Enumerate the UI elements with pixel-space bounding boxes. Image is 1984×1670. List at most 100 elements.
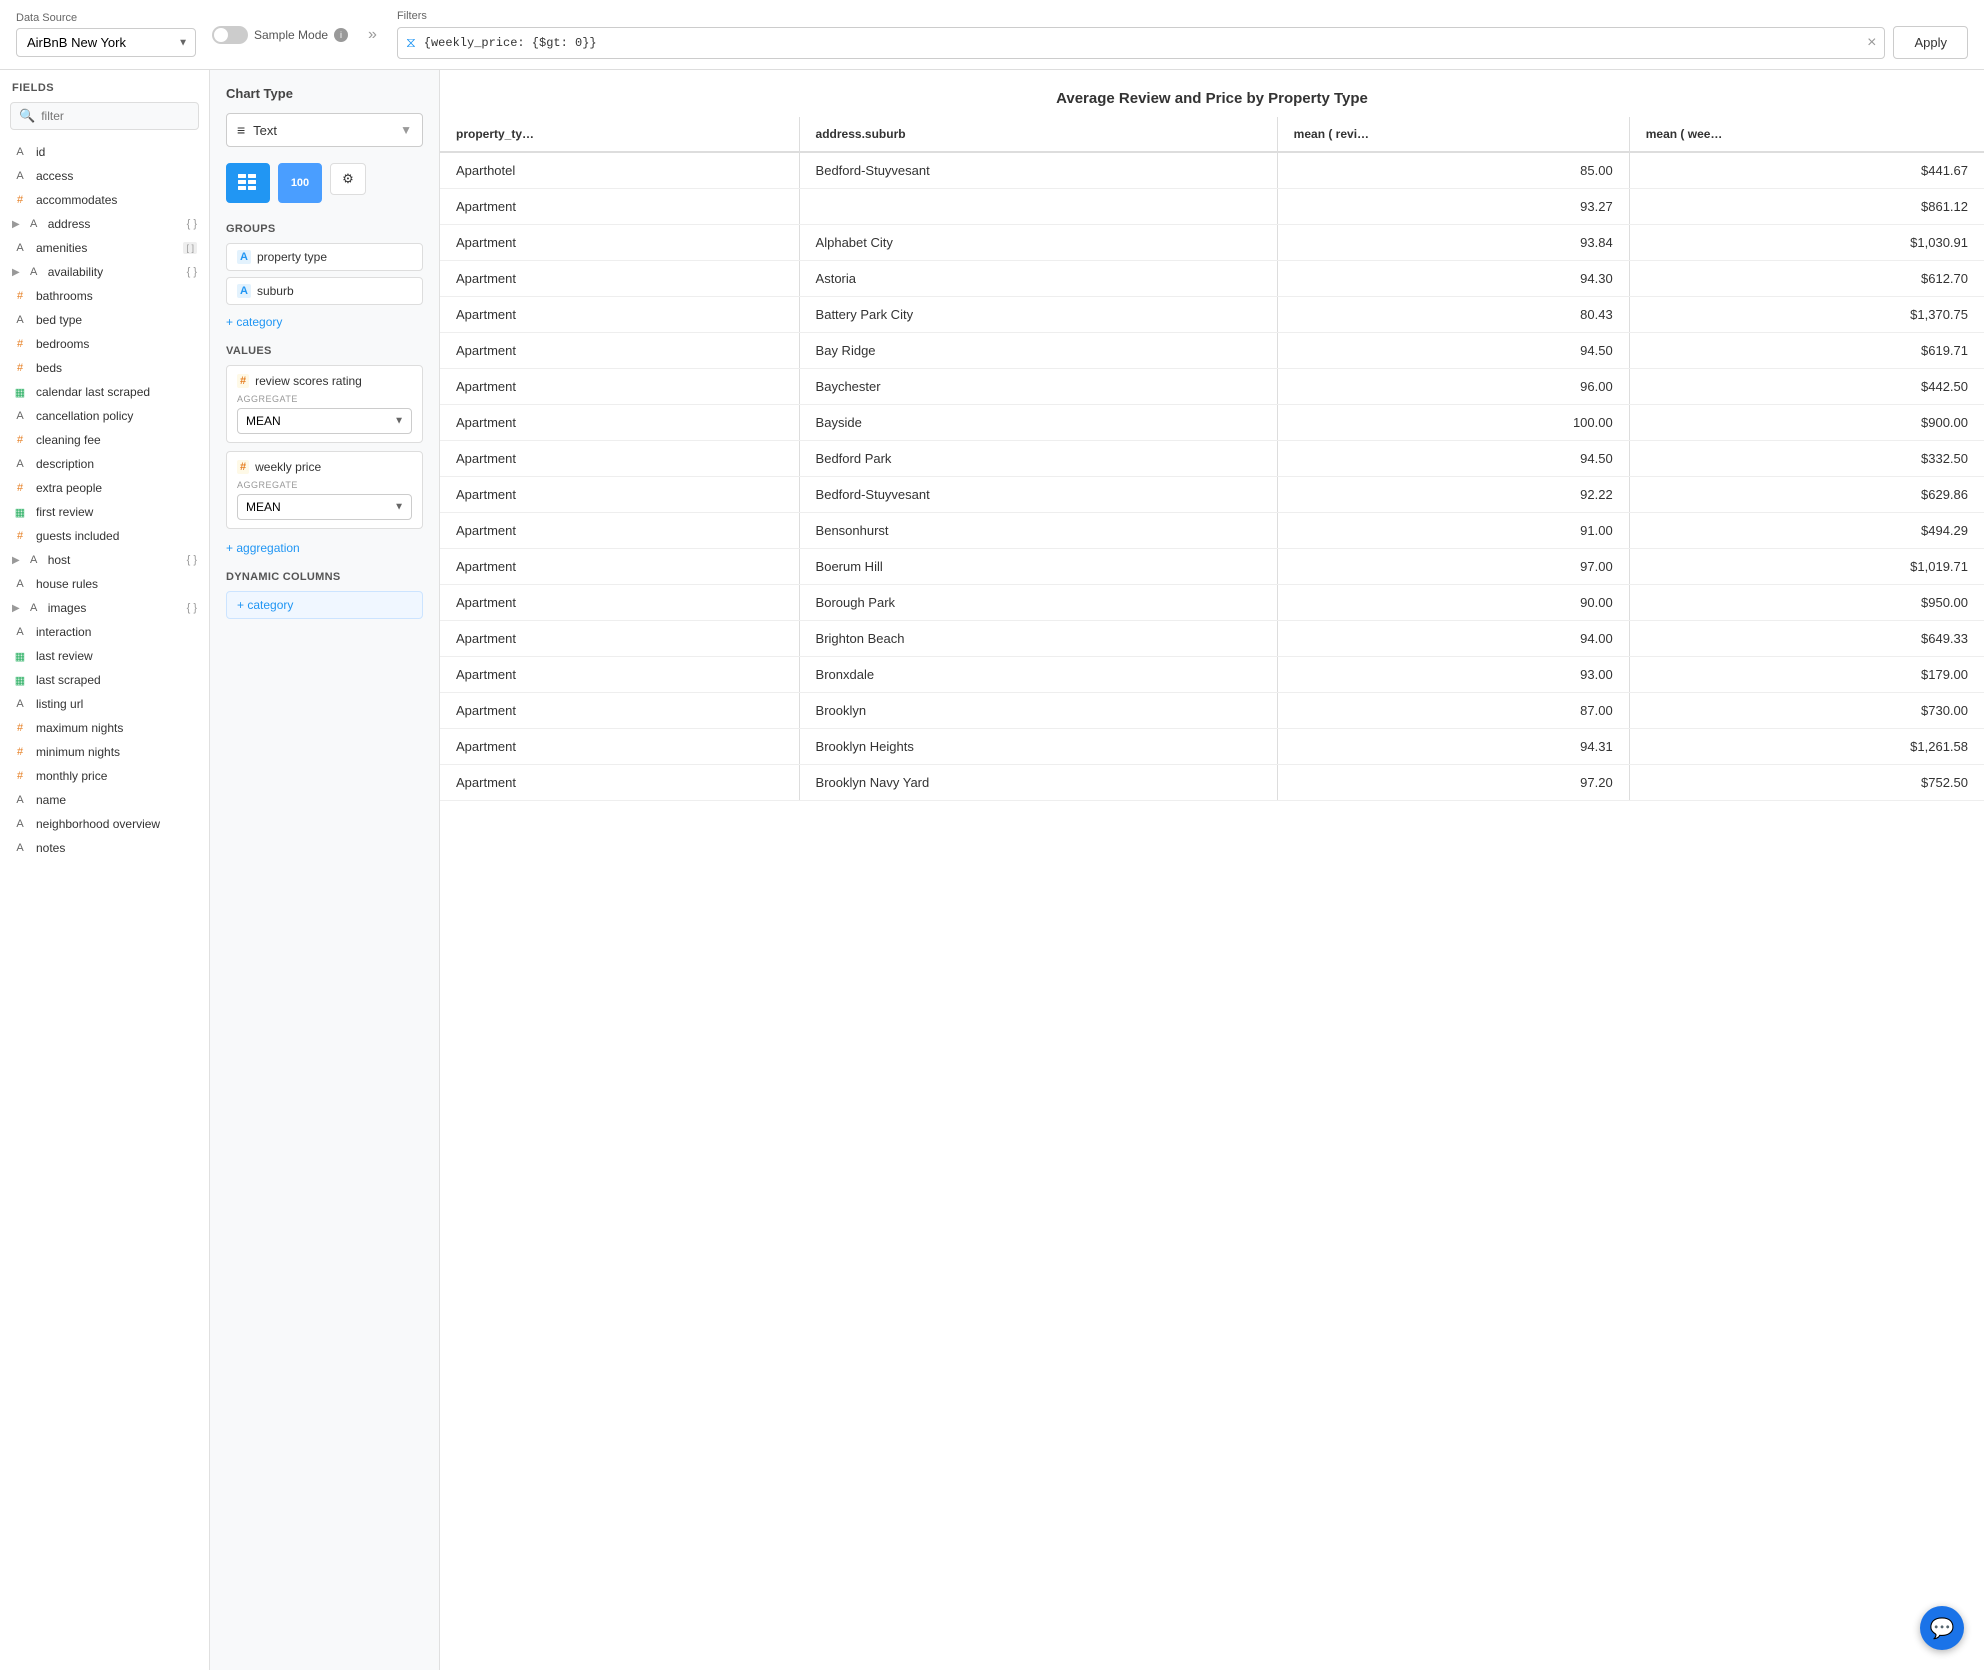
apply-button[interactable]: Apply (1893, 26, 1968, 59)
field-item-bedrooms[interactable]: # bedrooms (0, 332, 209, 356)
field-type-text-icon: A (12, 578, 28, 590)
field-type-number-icon: # (12, 338, 28, 350)
cell-mean-review: 97.00 (1277, 549, 1629, 585)
field-item-description[interactable]: A description (0, 452, 209, 476)
field-item-bed-type[interactable]: A bed type (0, 308, 209, 332)
col-header-mean-price[interactable]: mean ( wee… (1629, 117, 1984, 152)
col-header-mean-review[interactable]: mean ( revi… (1277, 117, 1629, 152)
field-item-amenities[interactable]: A amenities [ ] (0, 236, 209, 260)
field-item-extra-people[interactable]: # extra people (0, 476, 209, 500)
field-type-text-icon: A (12, 626, 28, 638)
cell-mean-price: $1,261.58 (1629, 729, 1984, 765)
cell-mean-price: $649.33 (1629, 621, 1984, 657)
field-group-availability[interactable]: ▶ A availability { } (0, 260, 209, 284)
field-item-maximum-nights[interactable]: # maximum nights (0, 716, 209, 740)
cell-property-type: Apartment (440, 405, 799, 441)
cell-mean-price: $730.00 (1629, 693, 1984, 729)
field-type-number-icon: # (12, 362, 28, 374)
cell-mean-price: $752.50 (1629, 765, 1984, 801)
field-label: cancellation policy (36, 409, 197, 423)
field-item-minimum-nights[interactable]: # minimum nights (0, 740, 209, 764)
field-item-house-rules[interactable]: A house rules (0, 572, 209, 596)
field-item-name[interactable]: A name (0, 788, 209, 812)
table-row: Apartment Bedford Park 94.50 $332.50 (440, 441, 1984, 477)
add-category-button[interactable]: + category (226, 311, 423, 333)
cell-suburb: Bensonhurst (799, 513, 1277, 549)
cell-property-type: Apartment (440, 585, 799, 621)
field-group-images[interactable]: ▶ A images { } (0, 596, 209, 620)
sample-mode-info-icon[interactable]: i (334, 28, 348, 42)
field-label: access (36, 169, 197, 183)
col-header-property-type[interactable]: property_ty… (440, 117, 799, 152)
field-label: notes (36, 841, 197, 855)
field-label: minimum nights (36, 745, 197, 759)
number-viz-button[interactable]: 100 (278, 163, 322, 203)
group-pill-suburb[interactable]: A suburb (226, 277, 423, 305)
cell-suburb: Battery Park City (799, 297, 1277, 333)
field-item-neighborhood-overview[interactable]: A neighborhood overview (0, 812, 209, 836)
field-label: monthly price (36, 769, 197, 783)
field-item-beds[interactable]: # beds (0, 356, 209, 380)
field-item-monthly-price[interactable]: # monthly price (0, 764, 209, 788)
col-header-suburb[interactable]: address.suburb (799, 117, 1277, 152)
field-type-date-icon: ▦ (12, 650, 28, 663)
cell-property-type: Apartment (440, 441, 799, 477)
agg-label: AGGREGATE (237, 394, 412, 404)
group-pill-property-type[interactable]: A property type (226, 243, 423, 271)
field-type-text-icon: A (26, 602, 42, 614)
cell-mean-review: 94.30 (1277, 261, 1629, 297)
field-item-bathrooms[interactable]: # bathrooms (0, 284, 209, 308)
field-item-last-scraped[interactable]: ▦ last scraped (0, 668, 209, 692)
filter-clear-icon[interactable]: × (1867, 34, 1876, 52)
search-box[interactable]: 🔍 (10, 102, 199, 130)
field-item-listing-url[interactable]: A listing url (0, 692, 209, 716)
cell-suburb: Bronxdale (799, 657, 1277, 693)
field-label: guests included (36, 529, 197, 543)
field-type-number-icon: # (12, 722, 28, 734)
field-item-first-review[interactable]: ▦ first review (0, 500, 209, 524)
field-item-notes[interactable]: A notes (0, 836, 209, 860)
field-item-calendar[interactable]: ▦ calendar last scraped (0, 380, 209, 404)
table-viz-button[interactable] (226, 163, 270, 203)
field-item-cleaning-fee[interactable]: # cleaning fee (0, 428, 209, 452)
field-item-accommodates[interactable]: # accommodates (0, 188, 209, 212)
cell-suburb: Brighton Beach (799, 621, 1277, 657)
add-aggregation-button[interactable]: + aggregation (226, 537, 423, 559)
field-group-host[interactable]: ▶ A host { } (0, 548, 209, 572)
search-input[interactable] (41, 109, 196, 123)
add-dynamic-col-button[interactable]: + category (226, 591, 423, 619)
field-type-number-icon: # (12, 434, 28, 446)
field-item-access[interactable]: A access (0, 164, 209, 188)
table-row: Apartment Brooklyn Navy Yard 97.20 $752.… (440, 765, 1984, 801)
data-source-select[interactable]: AirBnB New York (16, 28, 196, 57)
chat-button[interactable]: 💬 (1920, 1606, 1964, 1650)
agg-select-price[interactable]: MEAN SUM COUNT (237, 494, 412, 520)
field-badge: { } (187, 602, 197, 614)
cell-suburb: Alphabet City (799, 225, 1277, 261)
value-pill-review[interactable]: # review scores rating AGGREGATE MEAN SU… (226, 365, 423, 443)
field-type-text-icon: A (12, 818, 28, 830)
field-item-interaction[interactable]: A interaction (0, 620, 209, 644)
agg-select-review[interactable]: MEAN SUM COUNT (237, 408, 412, 434)
field-item-cancellation[interactable]: A cancellation policy (0, 404, 209, 428)
sample-mode-toggle[interactable] (212, 26, 248, 44)
cell-mean-review: 96.00 (1277, 369, 1629, 405)
cell-mean-review: 91.00 (1277, 513, 1629, 549)
viz-icons-row: 100 ⚙ (226, 163, 423, 203)
field-label: interaction (36, 625, 197, 639)
field-label: last scraped (36, 673, 197, 687)
chart-type-select[interactable]: ≡ Text ▼ (226, 113, 423, 147)
sample-mode-section: Sample Mode i (212, 26, 348, 44)
cell-property-type: Apartment (440, 765, 799, 801)
cell-property-type: Aparthotel (440, 152, 799, 189)
table-row: Apartment Boerum Hill 97.00 $1,019.71 (440, 549, 1984, 585)
field-item-last-review[interactable]: ▦ last review (0, 644, 209, 668)
table-row: Apartment Bensonhurst 91.00 $494.29 (440, 513, 1984, 549)
field-item-id[interactable]: A id (0, 140, 209, 164)
table-header-row: property_ty… address.suburb mean ( revi…… (440, 117, 1984, 152)
field-item-guests-included[interactable]: # guests included (0, 524, 209, 548)
field-type-number-icon: # (12, 194, 28, 206)
value-pill-price[interactable]: # weekly price AGGREGATE MEAN SUM COUNT (226, 451, 423, 529)
viz-settings-button[interactable]: ⚙ (330, 163, 366, 195)
field-group-address[interactable]: ▶ A address { } (0, 212, 209, 236)
